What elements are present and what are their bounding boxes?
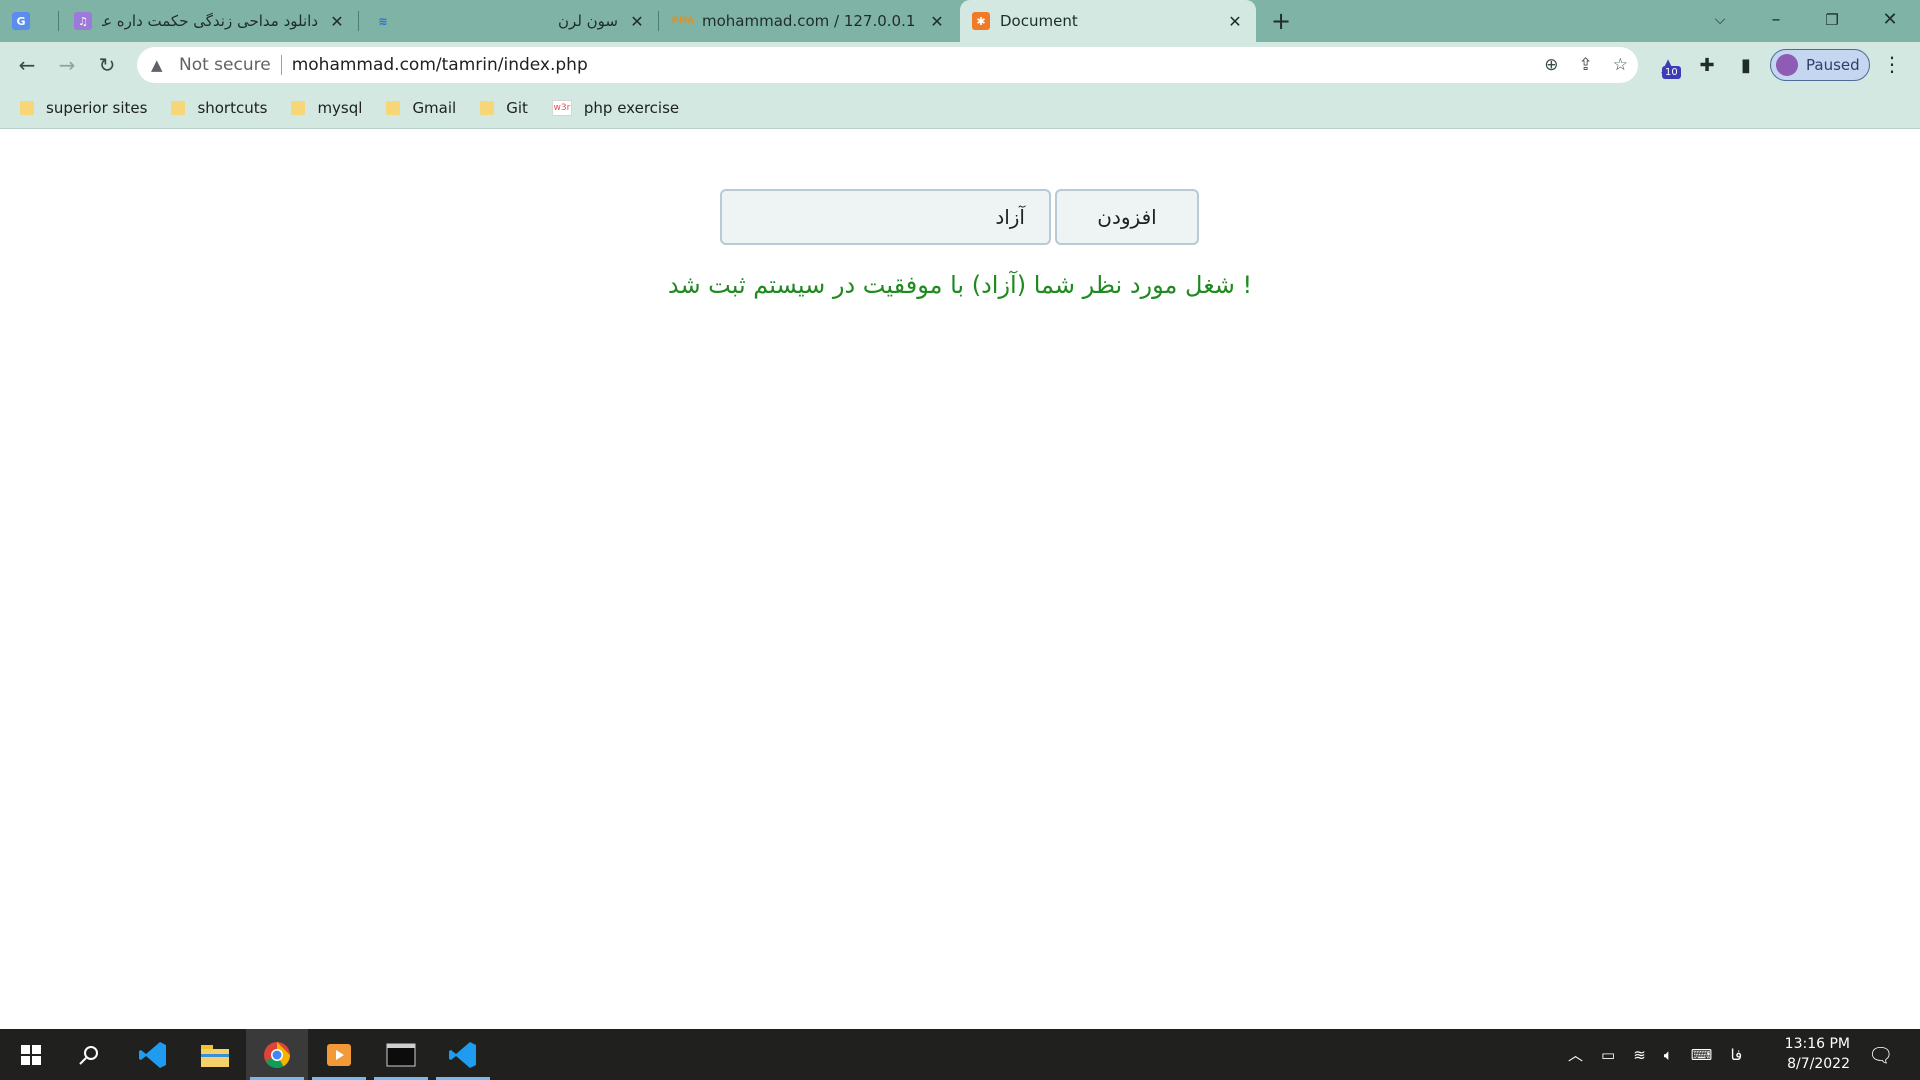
tab-translate[interactable]: G — [0, 0, 58, 42]
success-message: ! شغل مورد نظر شما (آزاد) با موفقیت در س… — [667, 271, 1253, 299]
terminal-button[interactable] — [370, 1029, 432, 1080]
url-text[interactable]: mohammad.com/tamrin/index.php — [292, 55, 588, 75]
tab-title: دانلود مداحی زندگی حکمت داره عد — [102, 12, 318, 30]
side-panel-icon[interactable]: ▮ — [1733, 53, 1759, 79]
clock[interactable]: 13:16 PM 8/7/2022 — [1760, 1034, 1850, 1074]
battery-icon[interactable]: ▭ — [1601, 1046, 1615, 1064]
tab-sevenlearn[interactable]: ≋ سون لرن ✕ — [362, 0, 658, 42]
avatar — [1776, 54, 1798, 76]
bookmark-label: Gmail — [412, 99, 457, 117]
back-button[interactable]: ← — [12, 50, 42, 80]
close-window-button[interactable]: ✕ — [1862, 0, 1918, 42]
vscode-taskbar-button[interactable] — [122, 1029, 184, 1080]
divider — [280, 55, 282, 75]
folder-icon — [386, 101, 401, 115]
security-label[interactable]: Not secure — [179, 55, 271, 75]
warning-icon[interactable]: ▲ — [151, 56, 171, 74]
taskbar: ︿ ▭ ≋ 🔈︎ ⌨︎ فا 🗨︎ — [0, 1029, 1920, 1080]
chrome-taskbar-button[interactable] — [246, 1029, 308, 1080]
close-icon[interactable]: ✕ — [1226, 12, 1244, 31]
music-icon: ♫ — [74, 12, 92, 30]
vscode-taskbar-button-2[interactable] — [432, 1029, 494, 1080]
bookmark-php-exercise[interactable]: w3r php exercise — [551, 99, 680, 117]
folder-icon — [480, 101, 495, 115]
bookmark-git[interactable]: Git — [480, 99, 528, 117]
chrome-icon — [264, 1041, 291, 1068]
system-tray: ︿ ▭ ≋ 🔈︎ ⌨︎ فا — [1568, 1029, 1742, 1080]
tab-strip: G ♫ دانلود مداحی زندگی حکمت داره عد ✕ ≋ … — [0, 0, 1920, 42]
folder-icon — [171, 101, 186, 115]
search-button[interactable] — [58, 1029, 120, 1080]
bookmark-label: superior sites — [46, 99, 148, 117]
vscode-icon — [139, 1041, 166, 1068]
tab-title: سون لرن — [558, 12, 618, 30]
bookmark-label: Git — [506, 99, 528, 117]
menu-icon[interactable]: ⋮ — [1882, 52, 1902, 76]
phpmyadmin-icon: PMA — [671, 16, 695, 26]
tab-document[interactable]: ✱ Document ✕ — [960, 0, 1256, 42]
start-button[interactable] — [0, 1029, 62, 1080]
wifi-icon[interactable]: ≋ — [1633, 1046, 1646, 1064]
job-input[interactable]: آزاد — [720, 189, 1051, 245]
restore-button[interactable]: ❐ — [1804, 0, 1860, 42]
close-icon[interactable]: ✕ — [328, 12, 346, 31]
browser-toolbar: ← → ↻ ▲ Not secure mohammad.com/tamrin/i… — [0, 42, 1920, 88]
page-content: آزاد افزودن ! شغل مورد نظر شما (آزاد) با… — [0, 129, 1920, 1029]
tab-phpmyadmin[interactable]: PMA mohammad.com / 127.0.0.1 / aa ✕ — [662, 0, 958, 42]
new-tab-button[interactable]: + — [1268, 8, 1294, 34]
translate-icon: G — [12, 12, 30, 30]
media-player-icon — [327, 1043, 351, 1066]
reload-button[interactable]: ↻ — [92, 50, 122, 80]
notifications-icon[interactable]: 🗨︎ — [1868, 1029, 1893, 1080]
folder-icon — [20, 101, 34, 115]
profile-status: Paused — [1806, 56, 1860, 74]
tab-separator — [358, 11, 359, 31]
bookmark-label: php exercise — [583, 99, 680, 117]
tab-music[interactable]: ♫ دانلود مداحی زندگی حکمت داره عد ✕ — [62, 0, 358, 42]
clock-time: 13:16 PM — [1784, 1036, 1850, 1052]
file-explorer-button[interactable] — [184, 1029, 246, 1080]
xampp-icon: ✱ — [972, 12, 990, 30]
profile-button[interactable]: Paused — [1770, 49, 1870, 81]
extensions-puzzle-icon[interactable]: ✚ — [1694, 53, 1720, 79]
windows-icon — [21, 1044, 41, 1065]
language-indicator[interactable]: فا — [1730, 1046, 1742, 1064]
tab-separator — [58, 11, 59, 31]
search-icon — [79, 1045, 98, 1065]
minimize-button[interactable]: – — [1748, 0, 1804, 42]
bookmark-superior-sites[interactable]: superior sites — [20, 99, 147, 117]
forward-button[interactable]: → — [52, 50, 82, 80]
tab-title: mohammad.com / 127.0.0.1 / aa — [702, 12, 918, 30]
tab-separator — [658, 11, 659, 31]
clock-date: 8/7/2022 — [1787, 1056, 1850, 1072]
star-icon[interactable]: ☆ — [1613, 55, 1628, 75]
close-icon[interactable]: ✕ — [628, 12, 646, 31]
tab-title: Document — [1000, 12, 1078, 30]
bookmark-shortcuts[interactable]: shortcuts — [171, 99, 267, 117]
w3schools-icon: w3r — [551, 100, 572, 116]
folder-icon — [291, 101, 306, 115]
close-icon[interactable]: ✕ — [928, 12, 946, 31]
share-icon[interactable]: ⇪ — [1579, 55, 1593, 75]
sevenlearn-icon: ≋ — [378, 14, 388, 28]
tab-search-icon[interactable]: ⌵ — [1692, 0, 1748, 42]
omnibox-actions: ⊕ ⇪ ☆ — [1544, 47, 1628, 83]
bookmark-gmail[interactable]: Gmail — [386, 99, 456, 117]
terminal-icon — [386, 1043, 416, 1066]
vscode-icon — [449, 1041, 476, 1068]
bookmark-label: mysql — [317, 99, 363, 117]
bookmark-label: shortcuts — [197, 99, 268, 117]
extension-badge: 10 — [1662, 66, 1681, 79]
bookmarks-bar: superior sites shortcuts mysql Gmail Git… — [0, 88, 1920, 129]
address-bar[interactable]: ▲ Not secure mohammad.com/tamrin/index.p… — [137, 47, 1638, 83]
chevron-up-icon[interactable]: ︿ — [1568, 1044, 1583, 1065]
media-player-button[interactable] — [308, 1029, 370, 1080]
zoom-icon[interactable]: ⊕ — [1544, 55, 1558, 75]
folder-icon — [201, 1044, 229, 1067]
add-button[interactable]: افزودن — [1055, 189, 1199, 245]
keyboard-icon[interactable]: ⌨︎ — [1691, 1046, 1713, 1064]
bookmark-mysql[interactable]: mysql — [291, 99, 362, 117]
volume-icon[interactable]: 🔈︎ — [1664, 1046, 1673, 1064]
